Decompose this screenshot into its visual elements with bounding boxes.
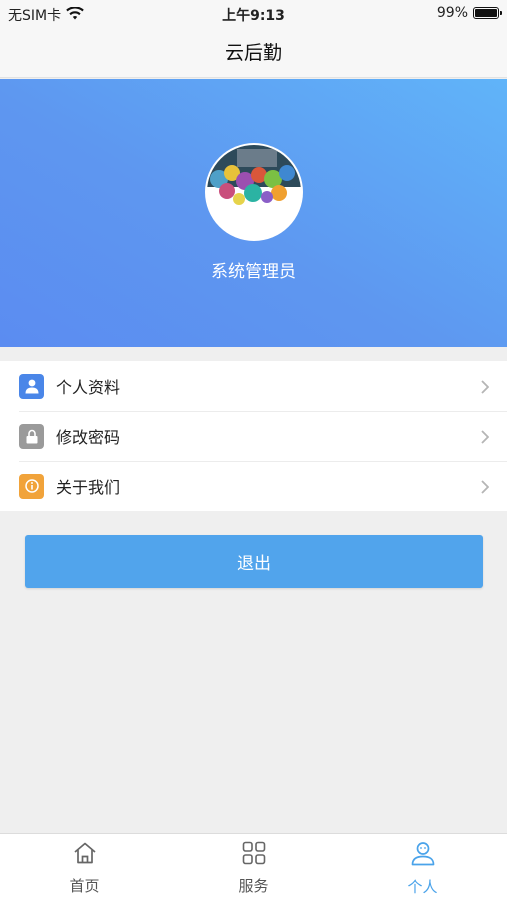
profile-header: 系统管理员 — [0, 79, 507, 347]
settings-menu: 个人资料 修改密码 关于我们 — [0, 361, 507, 511]
tab-label: 首页 — [69, 877, 100, 895]
tab-home[interactable]: 首页 — [0, 834, 169, 900]
menu-item-label: 关于我们 — [56, 478, 121, 497]
chevron-right-icon — [481, 479, 490, 498]
status-time: 上午9:13 — [222, 8, 285, 24]
lock-icon — [19, 423, 44, 449]
menu-item-change-password[interactable]: 修改密码 — [0, 411, 507, 461]
menu-item-about-us[interactable]: 关于我们 — [0, 461, 507, 511]
status-right: 99% — [436, 5, 502, 21]
person-icon — [19, 373, 44, 399]
tab-services[interactable]: 服务 — [169, 834, 338, 900]
grid-icon — [242, 841, 266, 869]
chevron-right-icon — [481, 379, 490, 398]
home-icon — [72, 841, 98, 869]
menu-item-label: 修改密码 — [56, 428, 121, 447]
battery-percent: 99% — [436, 5, 468, 21]
tab-label: 个人 — [407, 878, 438, 896]
avatar[interactable] — [205, 143, 303, 241]
logout-button[interactable]: 退出 — [25, 535, 483, 588]
menu-item-profile[interactable]: 个人资料 — [0, 361, 507, 411]
menu-item-label: 个人资料 — [56, 378, 121, 397]
chevron-right-icon — [481, 429, 490, 448]
nav-bar: 云后勤 — [0, 28, 507, 78]
profile-name: 系统管理员 — [211, 262, 296, 282]
tab-label: 服务 — [238, 877, 269, 895]
battery-fill — [475, 9, 497, 17]
tab-profile[interactable]: 个人 — [338, 834, 507, 900]
battery-icon — [473, 7, 502, 19]
page-title: 云后勤 — [224, 42, 282, 64]
info-icon — [19, 473, 44, 499]
avatar-image — [207, 145, 301, 239]
user-icon — [410, 841, 436, 870]
tab-bar: 首页 服务 个人 — [0, 833, 507, 900]
status-bar: 无SIM卡 上午9:13 99% — [0, 0, 507, 28]
